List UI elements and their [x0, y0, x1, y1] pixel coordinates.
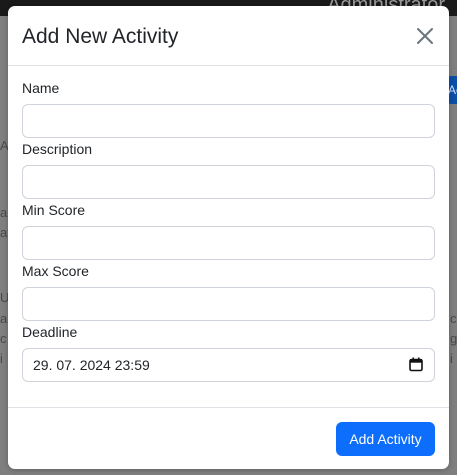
min-score-input[interactable]	[22, 226, 435, 260]
background-text: c	[450, 311, 457, 326]
description-field-group: Description	[22, 141, 435, 199]
background-text: g	[450, 331, 457, 346]
background-button: Ac	[448, 76, 457, 104]
min-score-field-group: Min Score	[22, 202, 435, 260]
min-score-label: Min Score	[22, 202, 86, 218]
modal-header: Add New Activity	[8, 6, 449, 66]
max-score-label: Max Score	[22, 263, 89, 279]
max-score-field-group: Max Score	[22, 263, 435, 321]
modal-title: Add New Activity	[22, 24, 179, 48]
description-label: Description	[22, 141, 93, 157]
deadline-label: Deadline	[22, 324, 78, 340]
modal-footer: Add Activity	[8, 407, 449, 469]
close-button[interactable]	[413, 24, 437, 48]
calendar-icon[interactable]	[409, 357, 423, 377]
background-text: i	[450, 351, 453, 366]
add-activity-button[interactable]: Add Activity	[336, 422, 435, 456]
name-label: Name	[22, 80, 60, 96]
modal-body: Name Description Min Score Max Score Dea…	[8, 66, 449, 408]
deadline-input[interactable]	[22, 348, 435, 382]
description-input[interactable]	[22, 165, 435, 199]
background-text: i	[0, 351, 3, 366]
max-score-input[interactable]	[22, 287, 435, 321]
add-activity-modal: Add New Activity Name Description Min Sc…	[8, 6, 449, 469]
deadline-input-wrapper: 29. 07. 2024 23:59	[22, 348, 435, 382]
deadline-field-group: Deadline 29. 07. 2024 23:59	[22, 324, 435, 382]
name-field-group: Name	[22, 80, 435, 138]
background-text: c	[0, 331, 7, 346]
close-icon	[417, 28, 433, 44]
background-text: a	[0, 311, 8, 326]
name-input[interactable]	[22, 104, 435, 138]
